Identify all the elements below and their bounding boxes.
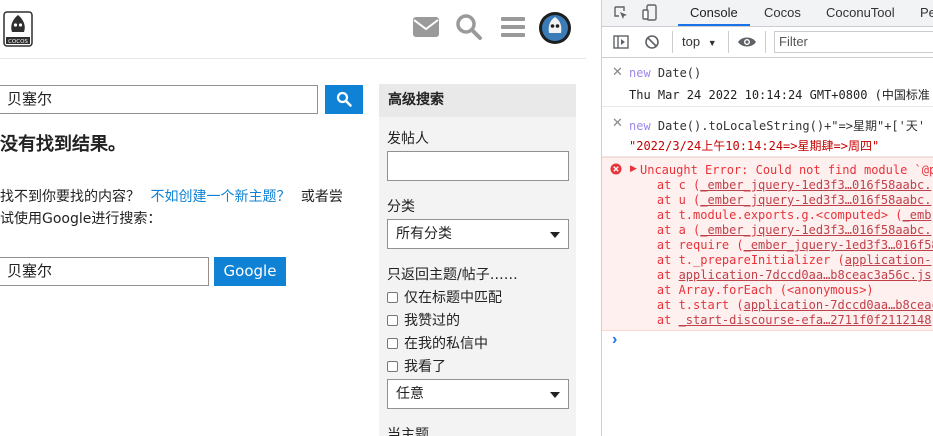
caret-down-icon: ▼ [707,38,717,48]
stack-frame: at c (_ember_jquery-1ed3f3…016f58aabc. [628,178,932,192]
error-message: Uncaught Error: Could not find module `@… [640,163,933,177]
advanced-search-panel: 高级搜索 发帖人 分类 所有分类 只返回主题/帖子…… 仅在标题中匹配 我赞过的… [379,84,576,436]
no-results-heading: 没有找到结果。 [0,134,126,155]
console-result: Thu Mar 24 2022 10:14:24 GMT+0800 (中国标准 [629,88,930,102]
stack-frame: at t.module.exports.g.<computed> (_emb [628,208,932,222]
help-text: 找不到你要找的内容？ 不如创建一个新主题？ 或者尝 [0,186,370,206]
console-toolbar: top ▼ Filter [602,27,933,58]
search-button[interactable] [325,85,363,114]
poster-label: 发帖人 [387,131,429,147]
console-command[interactable]: new Date().toLocaleString()+"=>星期"+['天' [629,117,925,134]
checkbox[interactable] [387,292,398,303]
envelope-icon[interactable] [412,15,440,39]
cocos-logo-icon[interactable]: COCOS [3,11,33,47]
close-icon: ✕ [612,115,623,130]
close-icon: ✕ [612,64,623,79]
check-liked[interactable]: 我赞过的 [387,310,460,330]
context-select[interactable]: top ▼ [682,34,717,49]
create-topic-link[interactable]: 不如创建一个新主题？ [150,189,290,205]
category-select-value: 所有分类 [396,226,452,242]
toolbar-divider [728,31,729,53]
avatar[interactable] [538,11,572,45]
hamburger-menu-icon[interactable] [500,15,526,39]
device-toolbar-icon[interactable] [642,4,658,22]
tab-console[interactable]: Console [678,0,750,26]
checkbox-label: 我看了 [404,359,446,375]
context-select-value: top [682,34,701,49]
checkbox[interactable] [387,315,398,326]
topic-when-label: 当主题 [387,427,429,436]
console-entry: ✕ new Date().toLocaleString()+"=>星期"+['天… [602,106,933,157]
site-header: COCOS [0,0,586,59]
check-seen[interactable]: 我看了 [387,356,446,376]
help-text-line2: 试使用Google进行搜索： [0,211,162,227]
search-input[interactable]: 贝塞尔 [0,85,318,114]
console-result: "2022/3/24上午10:14:24=>星期肆=>周四" [629,139,880,153]
checkbox-label: 在我的私信中 [404,336,488,352]
error-icon [610,163,622,175]
logo-text: COCOS [8,39,28,45]
search-icon[interactable] [455,13,483,41]
checkbox[interactable] [387,338,398,349]
console-filter-input[interactable]: Filter [774,31,933,53]
console-entry: ✕ new Date() Thu Mar 24 2022 10:14:24 GM… [602,58,933,107]
devtools-panel: Console Cocos CoconuTool Pe top ▼ Filter [601,0,933,436]
help-prefix: 找不到你要找的内容？ [0,189,140,205]
toolbar-divider [672,31,673,53]
google-search-input[interactable]: 贝塞尔 [0,257,209,286]
advanced-search-title: 高级搜索 [379,84,576,117]
inspect-element-icon[interactable] [613,5,629,21]
caret-down-icon [550,232,560,238]
help-suffix: 或者尝 [300,189,343,205]
tab-cocos[interactable]: Cocos [764,0,801,26]
devtools-tabbar: Console Cocos CoconuTool Pe [602,0,933,27]
console-command[interactable]: new Date() [629,66,701,80]
checkbox-label: 我赞过的 [404,313,460,329]
clear-console-icon[interactable] [644,34,660,50]
sidebar-toggle-icon[interactable] [613,34,629,50]
console-error-entry: ▶ Uncaught Error: Could not find module … [602,157,933,331]
any-select-value: 任意 [396,386,424,402]
expand-triangle-icon[interactable]: ▶ [630,163,637,174]
toolbar-divider [765,31,766,53]
search-icon [336,91,352,107]
category-label: 分类 [387,199,415,215]
poster-input[interactable] [387,151,569,181]
check-title-only[interactable]: 仅在标题中匹配 [387,287,502,307]
checkbox-label: 仅在标题中匹配 [404,290,502,306]
stack-frame: at _start-discourse-efa…2711f0f2112148 [628,313,932,327]
console-prompt[interactable]: › [612,331,617,349]
stack-frame: at a (_ember_jquery-1ed3f3…016f58aabc. [628,223,932,237]
checkbox[interactable] [387,361,398,372]
stack-frame: at t._prepareInitializer (application- [628,253,932,267]
tab-performance[interactable]: Pe [920,0,933,26]
stack-frame: at u (_ember_jquery-1ed3f3…016f58aabc. [628,193,932,207]
only-return-label: 只返回主题/帖子…… [387,267,518,283]
any-select[interactable]: 任意 [387,379,569,409]
eye-icon[interactable] [737,35,757,49]
stack-frame: at t.start (application-7dccd0aa…b8ceac3 [628,298,933,312]
forum-page: COCOS 贝塞尔 没有找到结果。 找不到你要找的内容？ 不如创建一个新主题？ … [0,0,586,436]
check-in-messages[interactable]: 在我的私信中 [387,333,488,353]
stack-frame: at Array.forEach (<anonymous>) [628,283,874,297]
category-select[interactable]: 所有分类 [387,219,569,249]
stack-frame: at application-7dccd0aa…b8ceac3a56c.js [628,268,932,282]
google-search-button[interactable]: Google [214,257,286,286]
stack-trace: at c (_ember_jquery-1ed3f3…016f58aabc. a… [628,178,933,328]
caret-down-icon [550,392,560,398]
tab-coconutool[interactable]: CoconuTool [826,0,895,26]
stack-frame: at require (_ember_jquery-1ed3f3…016f58 [628,238,933,252]
